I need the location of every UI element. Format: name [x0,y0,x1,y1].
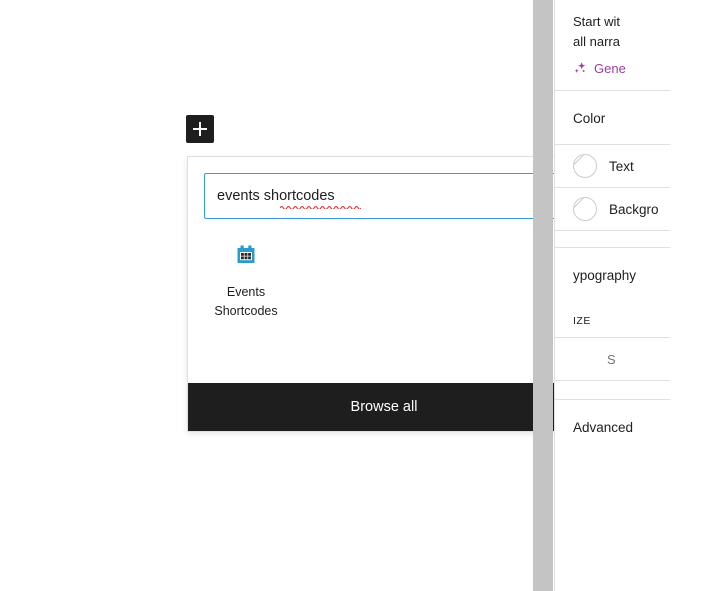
ai-prompt-line-1: Start wit [573,14,620,29]
color-swatch-none-icon [573,154,597,178]
advanced-section-title[interactable]: Advanced [555,400,717,435]
canvas-vertical-scrollbar[interactable] [533,0,553,591]
search-input[interactable] [205,174,563,218]
browse-all-button[interactable]: Browse all [188,383,580,431]
add-block-button[interactable] [186,115,214,143]
block-item-events-shortcodes[interactable]: Events Shortcodes [204,233,288,328]
editor-canvas: Events Shortcodes Browse all [0,0,581,591]
ai-generate-button[interactable]: Gene [573,61,717,76]
typography-section-title: ypography [573,268,637,283]
color-row-text[interactable]: Text [555,145,717,187]
font-size-value: S [607,351,616,367]
calendar-icon [237,245,255,263]
color-swatch-none-icon [573,197,597,221]
font-size-option-s[interactable]: S [555,338,717,380]
sparkle-icon [574,62,586,73]
typography-size-label: IZE [573,315,591,327]
ai-prompt-line-2: all narra [573,33,620,49]
settings-sidebar: Start wit all narra Gene Color Text Back… [554,0,717,591]
inserter-search-area [188,157,580,219]
color-row-label: Text [609,158,634,174]
color-section-title: Color [573,111,606,126]
color-row-background[interactable]: Backgro [555,188,717,230]
block-item-label: Events Shortcodes [214,285,278,319]
plus-icon [193,122,207,136]
search-control [204,173,564,219]
inserter-results: Events Shortcodes [188,219,580,383]
block-inserter-popover: Events Shortcodes Browse all [187,156,581,432]
scrollbar-thumb[interactable] [533,0,553,591]
ai-prompt-block: Start wit all narra Gene [555,0,717,90]
color-row-label: Backgro [609,201,659,217]
ai-generate-label: Gene [594,61,626,76]
block-results-grid: Events Shortcodes [204,233,564,328]
